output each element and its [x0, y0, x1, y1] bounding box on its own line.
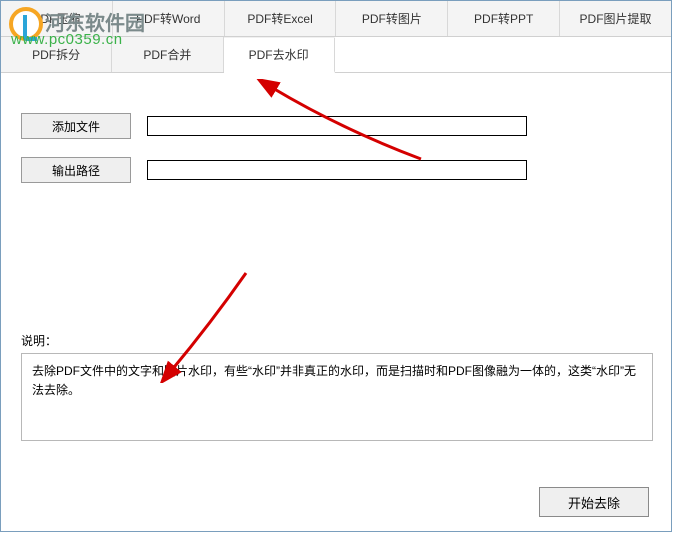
- app-window: 河东软件园 www.pc0359.cn PDF压缩 PDF转Word PDF转E…: [0, 0, 672, 532]
- tabs-row-1: PDF压缩 PDF转Word PDF转Excel PDF转图片 PDF转PPT …: [1, 1, 671, 37]
- add-file-button[interactable]: 添加文件: [21, 113, 131, 139]
- tab-label: PDF去水印: [249, 46, 309, 63]
- tab-label: PDF转PPT: [474, 10, 533, 27]
- content-area: 添加文件 输出路径 说明： 去除PDF文件中的文字和图片水印，有些“水印”并非真…: [1, 73, 671, 453]
- tabs-row-2: PDF拆分 PDF合并 PDF去水印: [1, 37, 671, 73]
- tab-label: PDF压缩: [32, 10, 80, 27]
- tab-pdf-to-excel[interactable]: PDF转Excel: [225, 1, 337, 36]
- tab-label: PDF转图片: [362, 10, 422, 27]
- add-file-input[interactable]: [147, 116, 527, 136]
- output-path-input[interactable]: [147, 160, 527, 180]
- tab-spacer: [335, 37, 671, 72]
- description-box: 去除PDF文件中的文字和图片水印，有些“水印”并非真正的水印，而是扫描时和PDF…: [21, 353, 653, 441]
- tab-pdf-remove-watermark[interactable]: PDF去水印: [224, 38, 335, 73]
- tab-pdf-merge[interactable]: PDF合并: [112, 37, 223, 72]
- tab-pdf-to-ppt[interactable]: PDF转PPT: [448, 1, 560, 36]
- footer: 开始去除: [539, 487, 649, 517]
- start-remove-button[interactable]: 开始去除: [539, 487, 649, 517]
- tab-label: PDF转Word: [136, 10, 200, 27]
- tab-pdf-to-image[interactable]: PDF转图片: [336, 1, 448, 36]
- add-file-row: 添加文件: [21, 113, 651, 139]
- description-text: 去除PDF文件中的文字和图片水印，有些“水印”并非真正的水印，而是扫描时和PDF…: [32, 364, 636, 397]
- description-label: 说明：: [21, 332, 57, 349]
- tab-label: PDF图片提取: [580, 10, 652, 27]
- output-path-button[interactable]: 输出路径: [21, 157, 131, 183]
- tab-label: PDF拆分: [32, 46, 80, 63]
- tab-label: PDF转Excel: [247, 10, 312, 27]
- tab-pdf-to-word[interactable]: PDF转Word: [113, 1, 225, 36]
- output-path-row: 输出路径: [21, 157, 651, 183]
- tab-pdf-compress[interactable]: PDF压缩: [1, 1, 113, 36]
- tab-label: PDF合并: [143, 46, 191, 63]
- tab-pdf-extract-images[interactable]: PDF图片提取: [560, 1, 671, 36]
- tab-pdf-split[interactable]: PDF拆分: [1, 37, 112, 72]
